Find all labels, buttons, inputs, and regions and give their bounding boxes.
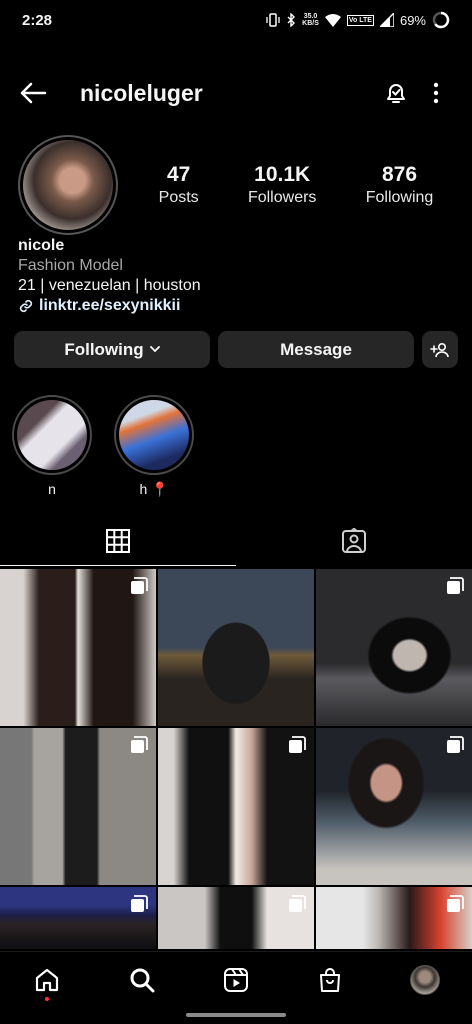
highlight-label: h 📍	[139, 481, 169, 497]
nav-reels[interactable]	[211, 955, 261, 1005]
chevron-down-icon	[149, 346, 160, 353]
highlight-cover	[17, 400, 87, 470]
multiple-photos-icon	[131, 895, 148, 912]
battery-icon	[432, 11, 450, 29]
stat-value: 876	[381, 163, 418, 186]
bio-link[interactable]: linktr.ee/sexynikkii	[18, 296, 458, 316]
back-button[interactable]	[16, 76, 50, 110]
tab-tagged[interactable]	[236, 516, 472, 566]
nav-profile[interactable]	[400, 955, 450, 1005]
message-label: Message	[280, 339, 352, 359]
status-time: 2:28	[22, 11, 53, 29]
post-tile[interactable]	[158, 887, 314, 949]
post-tile[interactable]	[158, 569, 314, 726]
post-tile[interactable]	[158, 728, 314, 885]
stat-followers[interactable]: 10.1K Followers	[248, 163, 316, 207]
tagged-person-icon	[342, 528, 366, 553]
posts-grid	[0, 569, 472, 949]
vibrate-icon	[266, 13, 280, 27]
stat-label: Followers	[247, 189, 317, 206]
stat-following[interactable]: 876 Following	[366, 163, 434, 207]
profile-tabs	[0, 516, 472, 566]
nav-home[interactable]	[22, 955, 72, 1005]
network-speed: 35.0 KB/S	[302, 13, 319, 27]
grid-icon	[106, 529, 130, 553]
status-icons: 35.0 KB/S Vo LTE 69%	[266, 11, 450, 29]
bio-text: 21 | venezuelan | houston	[18, 277, 201, 294]
more-vertical-icon	[433, 82, 439, 104]
back-arrow-icon	[20, 82, 47, 104]
profile-stats: 47 Posts 10.1K Followers 876 Following	[134, 163, 458, 207]
post-tile[interactable]	[316, 728, 472, 885]
bio-name: nicole	[18, 237, 65, 254]
profile-summary: 47 Posts 10.1K Followers 876 Following	[18, 135, 458, 235]
status-bar: 2:28 35.0 KB/S Vo LTE 69%	[0, 0, 472, 40]
profile-username: nicoleluger	[80, 79, 203, 106]
stat-value: 47	[166, 163, 191, 186]
multiple-photos-icon	[289, 736, 306, 753]
post-tile[interactable]	[316, 887, 472, 949]
nav-shop[interactable]	[305, 955, 355, 1005]
post-tile[interactable]	[0, 569, 156, 726]
multiple-photos-icon	[447, 895, 464, 912]
suggested-users-button[interactable]	[422, 331, 458, 368]
post-tile[interactable]	[316, 569, 472, 726]
stat-label: Following	[365, 189, 434, 206]
following-label: Following	[64, 339, 144, 359]
highlight-ring	[114, 395, 194, 475]
profile-header: nicoleluger	[0, 70, 472, 116]
bell-check-icon	[387, 84, 405, 103]
more-options-button[interactable]	[416, 73, 456, 113]
volte-badge: Vo LTE	[346, 14, 374, 26]
profile-avatar[interactable]	[18, 135, 118, 235]
home-indicator	[186, 1013, 286, 1017]
shopping-bag-icon	[320, 967, 341, 992]
reels-icon	[223, 967, 248, 992]
multiple-photos-icon	[447, 577, 464, 594]
battery-percent: 69%	[399, 12, 426, 28]
message-button[interactable]: Message	[218, 331, 414, 368]
stat-posts[interactable]: 47 Posts	[159, 163, 199, 207]
highlight-item[interactable]: n	[12, 395, 92, 498]
search-icon	[130, 968, 155, 992]
bottom-navigation	[0, 951, 472, 1007]
home-icon	[36, 968, 59, 991]
multiple-photos-icon	[289, 895, 306, 912]
signal-icon	[379, 13, 394, 27]
following-button[interactable]: Following	[14, 331, 210, 368]
notification-dot	[45, 996, 50, 1001]
bluetooth-icon	[287, 13, 296, 27]
profile-actions: Following Message	[14, 331, 458, 368]
story-highlights: n h 📍	[12, 395, 194, 498]
notifications-button[interactable]	[376, 73, 416, 113]
link-icon	[19, 299, 33, 313]
wifi-icon	[324, 13, 341, 27]
tab-posts-grid[interactable]	[0, 516, 236, 566]
highlight-item[interactable]: h 📍	[114, 395, 194, 498]
stat-label: Posts	[158, 189, 199, 206]
highlight-label: n	[48, 481, 56, 497]
highlight-ring	[12, 395, 92, 475]
multiple-photos-icon	[131, 736, 148, 753]
stat-value: 10.1K	[254, 163, 311, 186]
multiple-photos-icon	[447, 736, 464, 753]
highlight-cover	[119, 400, 189, 470]
avatar-image	[23, 140, 113, 230]
post-tile[interactable]	[0, 728, 156, 885]
post-tile[interactable]	[0, 887, 156, 949]
profile-bio: nicole Fashion Model 21 | venezuelan | h…	[18, 236, 458, 316]
nav-search[interactable]	[117, 955, 167, 1005]
multiple-photos-icon	[131, 577, 148, 594]
profile-avatar-small	[409, 964, 440, 995]
bio-link-text: linktr.ee/sexynikkii	[39, 297, 181, 314]
bio-category: Fashion Model	[18, 257, 123, 274]
add-person-icon	[430, 342, 449, 357]
